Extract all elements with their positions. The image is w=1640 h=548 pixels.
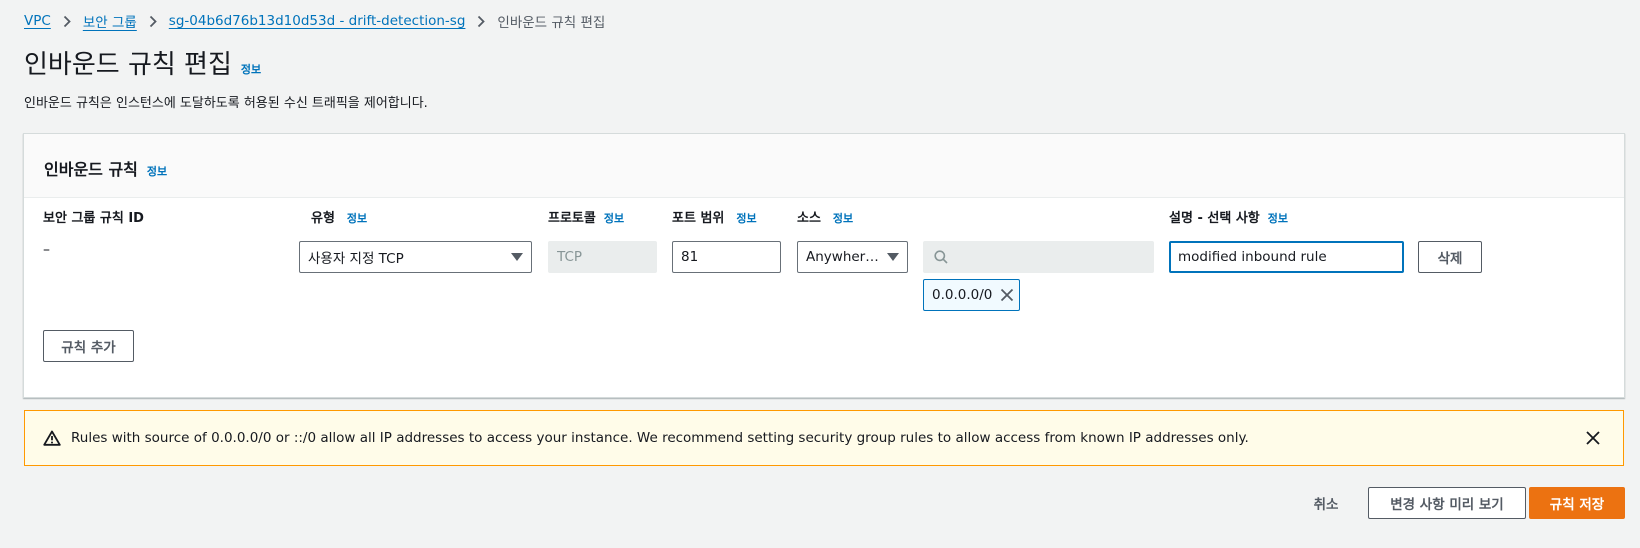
warning-icon bbox=[43, 430, 61, 446]
description-input[interactable] bbox=[1169, 241, 1404, 273]
search-icon bbox=[934, 250, 948, 264]
type-select[interactable]: 사용자 지정 TCP bbox=[299, 241, 532, 273]
caret-down-icon bbox=[511, 253, 523, 261]
panel-title-text: 인바운드 규칙 bbox=[44, 160, 138, 179]
column-description: 설명 - 선택 사항 정보 bbox=[1169, 207, 1288, 226]
source-type-select-value: Anywher… bbox=[806, 249, 879, 265]
rule-id-value: – bbox=[43, 242, 50, 258]
panel-info-link[interactable]: 정보 bbox=[147, 163, 167, 179]
protocol-input bbox=[548, 241, 657, 273]
panel-header: 인바운드 규칙 정보 bbox=[24, 134, 1624, 198]
port-range-input[interactable] bbox=[672, 241, 781, 273]
breadcrumb-security-groups-link[interactable]: 보안 그룹 bbox=[83, 11, 137, 31]
cancel-button[interactable]: 취소 bbox=[1300, 487, 1352, 519]
chevron-right-icon bbox=[477, 15, 486, 28]
chevron-right-icon bbox=[63, 15, 71, 28]
close-icon[interactable] bbox=[1000, 288, 1014, 302]
column-protocol: 프로토콜 정보 bbox=[548, 207, 624, 226]
port-range-info-link[interactable]: 정보 bbox=[736, 210, 756, 226]
type-select-value: 사용자 지정 TCP bbox=[308, 251, 404, 267]
description-info-link[interactable]: 정보 bbox=[1268, 210, 1288, 226]
column-type: 유형 정보 bbox=[311, 207, 367, 226]
caret-down-icon bbox=[887, 253, 899, 261]
add-rule-button[interactable]: 규칙 추가 bbox=[43, 330, 134, 362]
protocol-info-link[interactable]: 정보 bbox=[604, 210, 624, 226]
warning-alert: Rules with source of 0.0.0.0/0 or ::/0 a… bbox=[24, 410, 1624, 466]
page-title: 인바운드 규칙 편집 정보 bbox=[24, 48, 261, 87]
warning-text: Rules with source of 0.0.0.0/0 or ::/0 a… bbox=[71, 430, 1249, 446]
cidr-token-label: 0.0.0.0/0 bbox=[932, 287, 993, 303]
column-protocol-label: 프로토콜 bbox=[548, 211, 596, 226]
column-description-label: 설명 - 선택 사항 bbox=[1169, 211, 1260, 226]
page-title-text: 인바운드 규칙 편집 bbox=[24, 50, 232, 80]
breadcrumb-vpc-link[interactable]: VPC bbox=[24, 13, 51, 29]
source-search-input[interactable] bbox=[923, 241, 1154, 273]
cidr-token: 0.0.0.0/0 bbox=[923, 279, 1020, 311]
column-port-range: 포트 범위 정보 bbox=[672, 207, 757, 226]
column-rule-id-label: 보안 그룹 규칙 ID bbox=[43, 211, 144, 226]
preview-changes-button[interactable]: 변경 사항 미리 보기 bbox=[1368, 487, 1526, 519]
save-rules-button[interactable]: 규칙 저장 bbox=[1529, 487, 1625, 519]
source-type-select[interactable]: Anywher… bbox=[797, 241, 908, 273]
panel-title: 인바운드 규칙 정보 bbox=[44, 156, 167, 180]
column-port-range-label: 포트 범위 bbox=[672, 211, 725, 226]
column-rule-id: 보안 그룹 규칙 ID bbox=[43, 207, 144, 226]
close-icon[interactable] bbox=[1585, 430, 1601, 446]
breadcrumb: VPC 보안 그룹 sg-04b6d76b13d10d53d - drift-d… bbox=[24, 10, 605, 32]
column-type-label: 유형 bbox=[311, 211, 335, 226]
inbound-rules-panel: 인바운드 규칙 정보 보안 그룹 규칙 ID 유형 정보 프로토콜 정보 포트 … bbox=[23, 133, 1625, 398]
breadcrumb-current: 인바운드 규칙 편집 bbox=[497, 15, 606, 31]
breadcrumb-sg-link[interactable]: sg-04b6d76b13d10d53d - drift-detection-s… bbox=[169, 13, 466, 29]
page-info-link[interactable]: 정보 bbox=[241, 53, 261, 87]
delete-rule-button[interactable]: 삭제 bbox=[1418, 241, 1482, 273]
type-info-link[interactable]: 정보 bbox=[347, 210, 367, 226]
column-source-label: 소스 bbox=[797, 211, 821, 226]
chevron-right-icon bbox=[149, 15, 157, 28]
column-source: 소스 정보 bbox=[797, 207, 853, 226]
source-info-link[interactable]: 정보 bbox=[833, 210, 853, 226]
page-description: 인바운드 규칙은 인스턴스에 도달하도록 허용된 수신 트래픽을 제어합니다. bbox=[24, 96, 428, 111]
